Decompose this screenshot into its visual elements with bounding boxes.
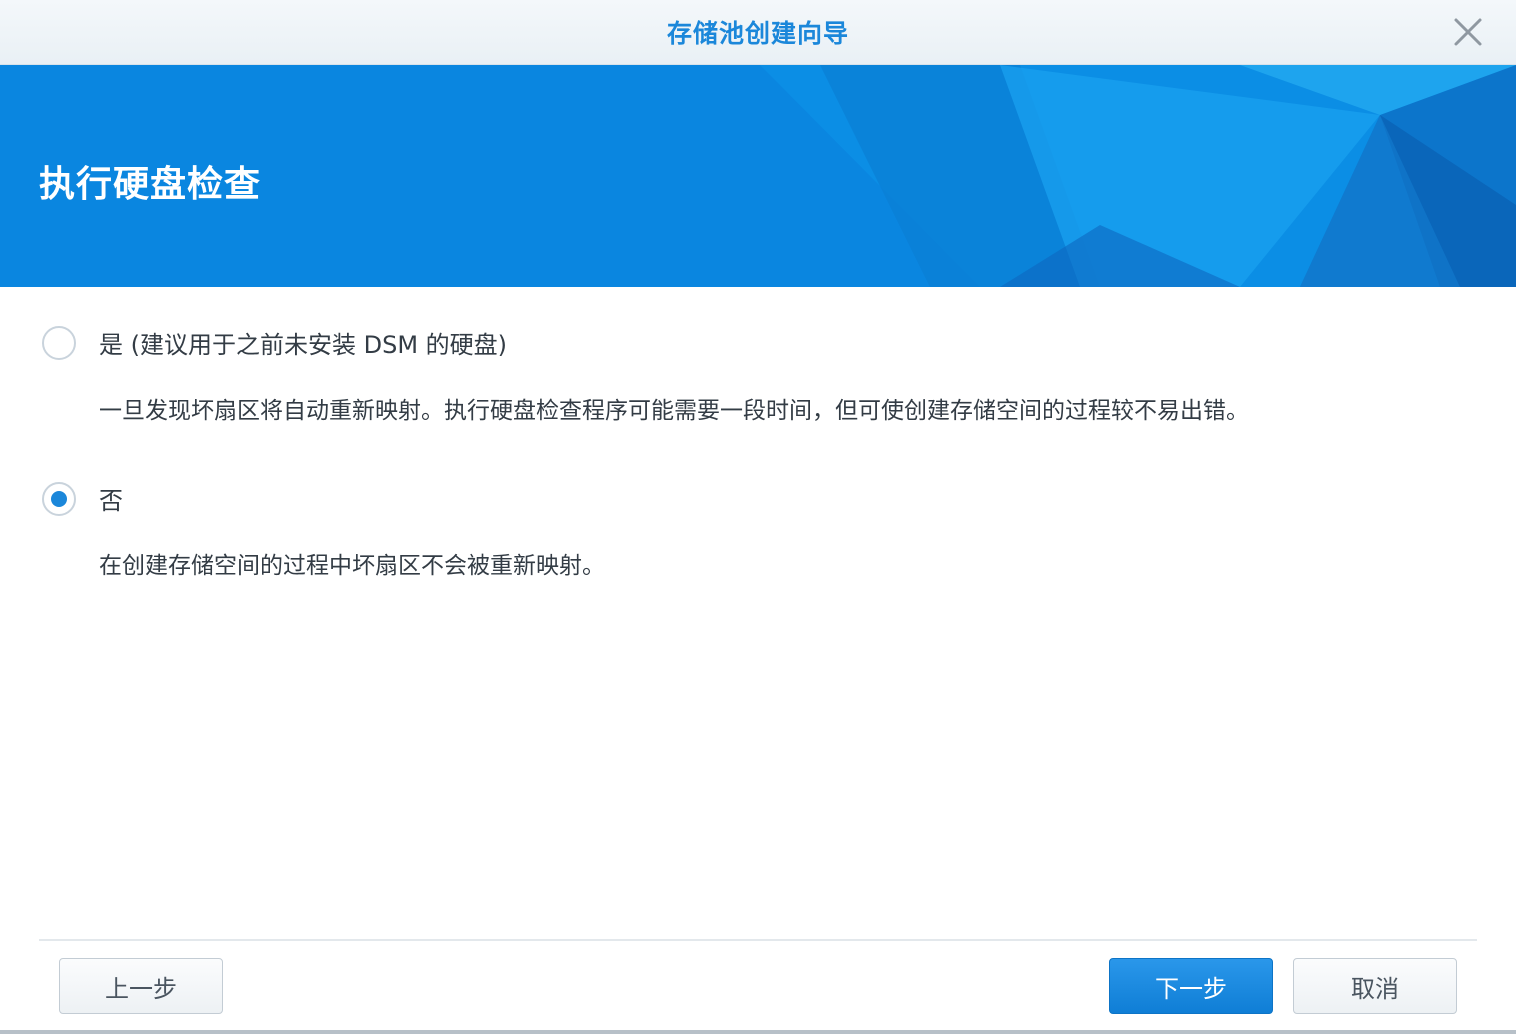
cancel-button[interactable]: 取消: [1293, 958, 1457, 1014]
wizard-window: 存储池创建向导 执行硬盘检查 是 (建议用于之前未安装 DSM 的硬盘) 一旦发…: [0, 0, 1516, 1034]
next-button[interactable]: 下一步: [1109, 958, 1273, 1014]
close-button[interactable]: [1450, 14, 1486, 50]
window-title: 存储池创建向导: [666, 19, 849, 48]
option-no[interactable]: 否: [42, 481, 123, 516]
back-button[interactable]: 上一步: [59, 958, 223, 1014]
option-yes-label: 是 (建议用于之前未安装 DSM 的硬盘): [99, 331, 508, 359]
option-yes[interactable]: 是 (建议用于之前未安装 DSM 的硬盘): [42, 325, 507, 360]
option-yes-description: 一旦发现坏扇区将自动重新映射。执行硬盘检查程序可能需要一段时间，但可使创建存储空…: [99, 398, 1249, 424]
radio-yes[interactable]: [42, 325, 76, 360]
footer-divider: [39, 939, 1477, 941]
option-no-description: 在创建存储空间的过程中坏扇区不会被重新映射。: [99, 553, 605, 579]
header-banner: 执行硬盘检查: [0, 65, 1516, 287]
option-no-label: 否: [99, 487, 123, 515]
close-icon: [1454, 18, 1482, 46]
step-title: 执行硬盘检查: [39, 164, 262, 205]
title-bar: 存储池创建向导: [0, 0, 1516, 65]
window-bottom-edge: [0, 1030, 1516, 1034]
radio-no[interactable]: [42, 481, 76, 516]
